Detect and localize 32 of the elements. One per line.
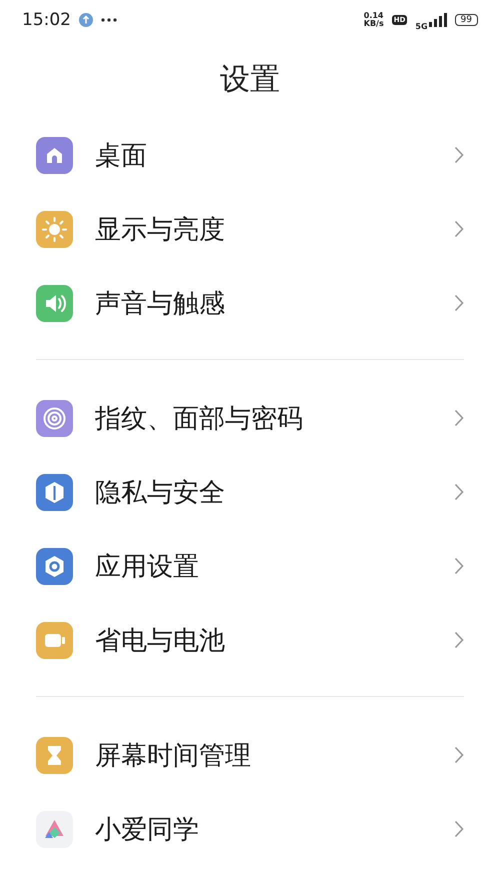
- chevron-icon: [454, 483, 464, 501]
- chevron-icon: [454, 631, 464, 649]
- chevron-icon: [454, 820, 464, 838]
- chevron-icon: [454, 409, 464, 427]
- status-time: 15:02: [22, 10, 71, 30]
- speed-unit: KB/s: [364, 20, 384, 28]
- settings-item[interactable]: 显示与亮度: [0, 192, 500, 266]
- more-icon: [101, 18, 117, 22]
- signal-icon: [428, 13, 447, 27]
- settings-item[interactable]: 小爱同学: [0, 792, 500, 866]
- settings-item[interactable]: 省电与电池: [0, 603, 500, 677]
- hourglass-icon: [36, 736, 73, 774]
- sun-icon: [36, 210, 73, 248]
- notification-icon: [79, 13, 93, 27]
- settings-item[interactable]: 指纹、面部与密码: [0, 381, 500, 455]
- chevron-icon: [454, 557, 464, 575]
- network-speed: 0.14: [364, 12, 384, 20]
- chevron-icon: [454, 220, 464, 238]
- settings-item[interactable]: 隐私与安全: [0, 455, 500, 529]
- chevron-icon: [454, 746, 464, 764]
- speaker-icon: [36, 284, 73, 322]
- settings-item[interactable]: 桌面: [0, 118, 500, 192]
- battery-level: 99: [454, 14, 478, 26]
- page-title: 设置: [219, 60, 281, 98]
- network-type: 5G: [415, 22, 428, 30]
- settings-item[interactable]: 屏幕时间管理: [0, 718, 500, 792]
- settings-item[interactable]: 声音与触感: [0, 266, 500, 340]
- battery-icon: [36, 622, 73, 658]
- home-icon: [36, 136, 73, 174]
- chevron-icon: [454, 146, 464, 164]
- settings-item[interactable]: 应用设置: [0, 529, 500, 603]
- chevron-icon: [454, 294, 464, 312]
